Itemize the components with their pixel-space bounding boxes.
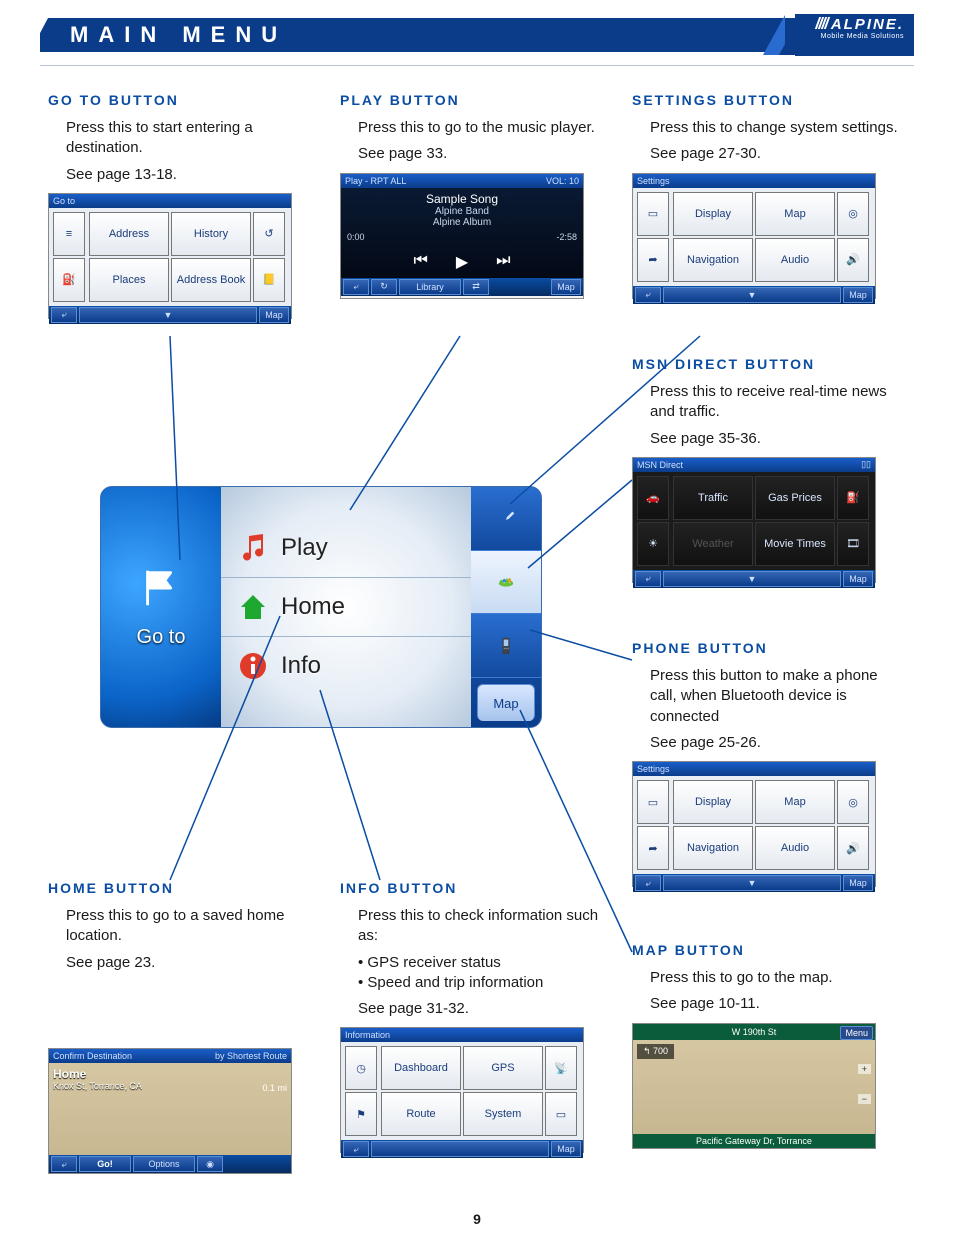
brand-logo: ALPINE. Mobile Media Solutions — [763, 14, 914, 56]
play-button[interactable]: Play — [221, 519, 471, 578]
zoom-in-icon: + — [858, 1064, 871, 1074]
repeat-icon: ↻ — [371, 279, 397, 295]
page-number: 9 — [0, 1211, 954, 1227]
brand-subtitle: Mobile Media Solutions — [817, 33, 904, 40]
heading-info: INFO BUTTON — [340, 880, 620, 896]
dropdown-icon: ▼ — [663, 287, 841, 303]
mini-msn-screen: MSN Direct▯▯ 🚗 Traffic Gas Prices ⛽ ☀ We… — [632, 457, 876, 583]
mini-settings-screen: Settings ▭ Display Map ◎ ➦ Navigation Au… — [632, 173, 876, 299]
signal-icon: ▯▯ — [861, 459, 871, 470]
route-icon: ⚑ — [345, 1092, 377, 1136]
recent-icon: ↺ — [253, 212, 285, 256]
home-button[interactable]: Home — [221, 578, 471, 637]
msn-button[interactable] — [471, 551, 541, 615]
mini-phone-screen: Settings ▭ Display Map ◎ ➦ Navigation Au… — [632, 761, 876, 887]
play-icon: ▶ — [456, 252, 468, 272]
info-button[interactable]: Info — [221, 637, 471, 695]
page-header: MAIN MENU ALPINE. Mobile Media Solutions — [40, 18, 914, 62]
shuffle-icon: ⇄ — [463, 279, 489, 295]
display-icon: ▭ — [637, 192, 669, 236]
list-icon: ≡ — [53, 212, 85, 256]
mini-map-screen: W 190th St Menu ↰ 700 Pacific Gateway Dr… — [632, 1023, 876, 1149]
compass-icon: ◎ — [837, 192, 869, 236]
heading-msn: MSN DIRECT BUTTON — [632, 356, 902, 372]
next-track-icon: ⏭ — [496, 252, 510, 272]
callout-msn: MSN DIRECT BUTTON Press this to receive … — [632, 356, 902, 583]
gas-icon: ⛽ — [837, 476, 869, 520]
dropdown-icon: ▼ — [79, 307, 257, 323]
music-note-icon — [237, 532, 269, 564]
goto-button[interactable]: Go to — [137, 626, 186, 649]
callout-phone: PHONE BUTTON Press this button to make a… — [632, 640, 902, 887]
compass-icon: ◎ — [837, 780, 869, 824]
dropdown-icon: ▼ — [663, 571, 841, 587]
callout-play: PLAY BUTTON Press this to go to the musi… — [340, 92, 610, 299]
heading-phone: PHONE BUTTON — [632, 640, 902, 656]
back-icon: ⤶ — [51, 307, 77, 323]
dropdown-icon: ▼ — [663, 875, 841, 891]
back-icon: ⤶ — [51, 1156, 77, 1172]
house-icon — [237, 591, 269, 623]
weather-icon: ☀ — [637, 522, 669, 566]
map-button[interactable]: Map — [477, 684, 535, 721]
zoom-out-icon: − — [858, 1094, 871, 1104]
mini-home-screen: Confirm Destinationby Shortest Route Hom… — [48, 1048, 292, 1174]
gauge-icon: ◷ — [345, 1046, 377, 1090]
heading-goto: GO TO BUTTON — [48, 92, 318, 108]
info-icon — [237, 650, 269, 682]
system-icon: ▭ — [545, 1092, 577, 1136]
brand-text: ALPINE. — [831, 16, 904, 33]
back-icon: ⤶ — [635, 287, 661, 303]
back-icon: ⤶ — [635, 875, 661, 891]
settings-button[interactable] — [471, 487, 541, 551]
back-icon: ⤶ — [635, 571, 661, 587]
heading-map: MAP BUTTON — [632, 942, 902, 958]
car-icon: 🚗 — [637, 476, 669, 520]
locate-icon: ◉ — [197, 1156, 223, 1172]
nav-arrow-icon: ➦ — [637, 826, 669, 870]
mini-goto-screen: Go to ≡ Address History ↺ ⛽ Places Addre… — [48, 193, 292, 319]
speaker-icon: 🔊 — [837, 826, 869, 870]
prev-track-icon: ⏮ — [413, 252, 427, 272]
callout-home: HOME BUTTON Press this to go to a saved … — [48, 880, 318, 979]
display-icon: ▭ — [637, 780, 669, 824]
back-icon: ⤶ — [343, 279, 369, 295]
book-icon: 📒 — [253, 258, 285, 302]
flag-icon[interactable] — [138, 565, 184, 616]
page-title: MAIN MENU — [70, 18, 287, 52]
callout-settings: SETTINGS BUTTON Press this to change sys… — [632, 92, 902, 299]
heading-play: PLAY BUTTON — [340, 92, 610, 108]
speaker-icon: 🔊 — [837, 238, 869, 282]
callout-map: MAP BUTTON Press this to go to the map. … — [632, 942, 902, 1149]
mini-play-screen: Play - RPT ALLVOL: 10 Sample Song Alpine… — [340, 173, 584, 299]
film-icon: 🎞 — [837, 522, 869, 566]
fuel-icon: ⛽ — [53, 258, 85, 302]
mini-info-screen: Information ◷ Dashboard GPS 📡 ⚑ Route Sy… — [340, 1027, 584, 1153]
satellite-icon: 📡 — [545, 1046, 577, 1090]
heading-settings: SETTINGS BUTTON — [632, 92, 902, 108]
callout-info: INFO BUTTON Press this to check informat… — [340, 880, 620, 1153]
nav-arrow-icon: ➦ — [637, 238, 669, 282]
phone-button[interactable] — [471, 614, 541, 678]
heading-home: HOME BUTTON — [48, 880, 318, 896]
back-icon: ⤶ — [343, 1141, 369, 1157]
main-menu-screen: Go to Play Home Info — [100, 486, 542, 728]
callout-goto: GO TO BUTTON Press this to start enterin… — [48, 92, 318, 319]
